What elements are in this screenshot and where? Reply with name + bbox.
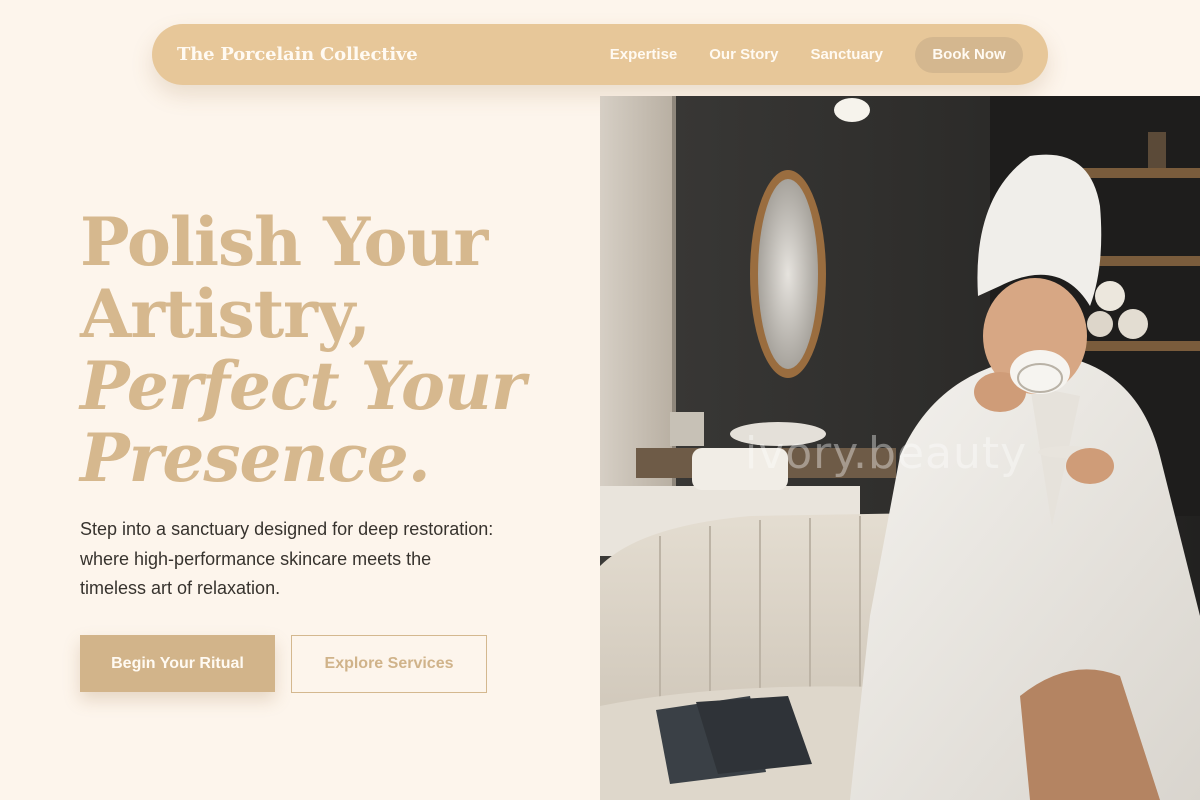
- hero-headline-line-4: Presence.: [80, 419, 431, 497]
- hero-headline-line-3: Perfect Your: [80, 347, 526, 425]
- hero-spa-image: ivory.beauty: [600, 96, 1200, 800]
- hero-headline-line-2: Artistry,: [80, 275, 371, 353]
- hero-description: Step into a sanctuary designed for deep …: [80, 519, 494, 598]
- nav-link-expertise[interactable]: Expertise: [610, 46, 678, 63]
- begin-your-ritual-button[interactable]: Begin Your Ritual: [80, 635, 275, 692]
- explore-services-button[interactable]: Explore Services: [291, 635, 487, 693]
- hero-headline: Polish Your Artistry, Perfect Your Prese…: [80, 206, 580, 494]
- nav-links: Expertise Our Story Sanctuary Book Now: [610, 36, 1023, 73]
- nav-link-our-story[interactable]: Our Story: [709, 46, 778, 63]
- spa-scene-illustration: [600, 96, 1200, 800]
- brand-logo[interactable]: The Porcelain Collective: [177, 44, 418, 65]
- hero-headline-line-1: Polish Your: [80, 203, 488, 281]
- top-navigation: The Porcelain Collective Expertise Our S…: [152, 24, 1048, 85]
- nav-link-sanctuary[interactable]: Sanctuary: [810, 46, 883, 63]
- book-now-button[interactable]: Book Now: [915, 36, 1023, 73]
